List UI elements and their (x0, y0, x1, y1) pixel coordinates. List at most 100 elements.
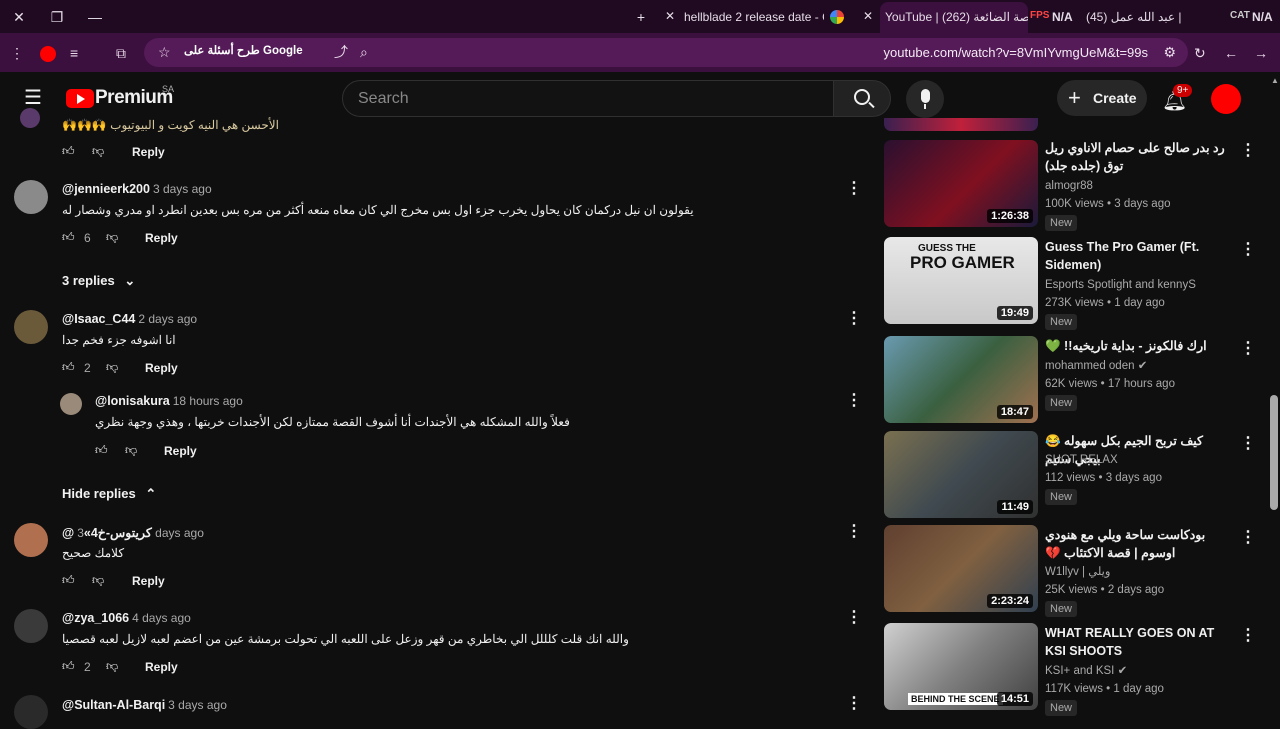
dislike-icon[interactable]: 👎︎ (125, 443, 137, 458)
hamburger-menu-icon[interactable]: ☰ (24, 88, 42, 108)
video-menu-icon[interactable]: ⋮ (1240, 338, 1256, 358)
like-icon[interactable]: 👍︎ (62, 573, 75, 588)
reply-button[interactable]: Reply (132, 145, 165, 159)
menu-dots-icon[interactable]: ⋮ (10, 45, 24, 61)
video-thumbnail-partial[interactable] (884, 118, 1038, 131)
video-thumbnail[interactable]: 11:49 (884, 431, 1038, 518)
tab-other[interactable]: عبد الله عمل (45) | (1086, 2, 1222, 33)
tab-na[interactable]: N/A (1052, 2, 1078, 33)
tab-na-2[interactable]: N/A (1252, 2, 1278, 33)
video-thumbnail[interactable]: 2:23:24 (884, 525, 1038, 612)
like-icon[interactable]: 👍︎ (62, 659, 75, 674)
extensions-icon[interactable]: ⧉ (116, 45, 126, 61)
video-channel[interactable]: KSI+ and KSI ✔︎ (1045, 662, 1127, 680)
video-title[interactable]: رد بدر صالح على حصام الاناوي ريل توق (جل… (1045, 139, 1230, 175)
zoom-icon[interactable]: ⌕ (360, 44, 368, 60)
voice-search-button[interactable] (906, 80, 944, 118)
like-icon[interactable]: 👍︎ (62, 144, 75, 159)
video-channel[interactable]: mohammed oden ✔︎ (1045, 357, 1147, 375)
avatar[interactable] (14, 609, 48, 643)
reply-button[interactable]: Reply (164, 444, 197, 458)
media-queue-icon[interactable]: ≡ (70, 45, 78, 61)
video-channel[interactable]: W1llyv | ويلي (1045, 563, 1110, 581)
create-button[interactable]: + Create (1057, 80, 1147, 116)
video-thumbnail[interactable]: BEHIND THE SCENE 14:51 (884, 623, 1038, 710)
like-icon[interactable]: 👍︎ (62, 230, 75, 245)
tab-youtube[interactable]: YouTube | الفرصة الضائعة (262) (880, 2, 1028, 33)
avatar[interactable] (14, 695, 48, 729)
dislike-icon[interactable]: 👎︎ (106, 360, 118, 375)
video-channel[interactable]: almogr88 (1045, 177, 1093, 195)
back-icon[interactable]: ← (1224, 45, 1238, 61)
dislike-icon[interactable]: 👎︎ (106, 659, 118, 674)
like-icon[interactable]: 👍︎ (95, 443, 108, 458)
comment-menu-icon[interactable]: ⋮ (846, 693, 862, 713)
video-title[interactable]: WHAT REALLY GOES ON AT KSI SHOOTS (1045, 624, 1230, 660)
avatar[interactable] (14, 180, 48, 214)
search-input[interactable]: Search (342, 80, 834, 117)
comment-author[interactable]: @Sultan-Al-Barqi 3 days ago (62, 698, 227, 712)
youtube-logo-icon[interactable] (66, 89, 94, 108)
site-settings-icon[interactable]: ⚙ (1163, 44, 1176, 60)
comment-menu-icon[interactable]: ⋮ (846, 178, 862, 198)
reply-button[interactable]: Reply (145, 231, 178, 245)
scroll-up-icon[interactable]: ▲ (1271, 76, 1279, 85)
tab-close-icon[interactable]: ✕ (863, 9, 873, 23)
restore-window-icon[interactable]: ❐ (48, 8, 66, 26)
like-icon[interactable]: 👍︎ (62, 360, 75, 375)
video-title[interactable]: ارك فالكونز - بداية تاريخيه!! 💚 (1045, 337, 1230, 355)
dislike-icon[interactable]: 👎︎ (92, 144, 104, 159)
search-button[interactable] (833, 80, 891, 117)
dislike-icon[interactable]: 👎︎ (106, 230, 118, 245)
reply-button[interactable]: Reply (145, 660, 178, 674)
comment-author[interactable]: @jennieerk200 3 days ago (62, 182, 212, 196)
video-menu-icon[interactable]: ⋮ (1240, 433, 1256, 453)
comment-author[interactable]: @Isaac_C44 2 days ago (62, 312, 197, 326)
hide-replies-button[interactable]: Hide replies ⌃ (62, 486, 156, 502)
url-text[interactable]: youtube.com/watch?v=8VmIYvmgUeM&t=99s (884, 45, 1148, 60)
new-tab-icon[interactable]: + (632, 8, 650, 26)
profile-icon[interactable] (40, 46, 56, 62)
comment-author[interactable]: @lonisakura 18 hours ago (95, 394, 243, 408)
view-replies-button[interactable]: 3 replies ⌄ (62, 273, 135, 289)
video-title[interactable]: Guess The Pro Gamer (Ft. Sidemen) (1045, 238, 1230, 274)
video-channel[interactable]: SHOT RELAX (1045, 451, 1118, 469)
comment-text: والله انك قلت كلللل الي بخاطري من قهر وز… (62, 632, 629, 646)
minimize-window-icon[interactable]: — (86, 8, 104, 26)
video-channel[interactable]: Esports Spotlight and kennyS (1045, 276, 1196, 294)
video-thumbnail[interactable]: GUESS THE PRO GAMER 19:49 (884, 237, 1038, 324)
comment-menu-icon[interactable]: ⋮ (846, 308, 862, 328)
reload-icon[interactable]: ↻ (1194, 45, 1206, 61)
video-menu-icon[interactable]: ⋮ (1240, 239, 1256, 259)
omnibox[interactable]: ☆ طرح أسئلة على Google ⤴ ⌕ youtube.com/w… (144, 38, 1188, 67)
comment-text-partial: الأحسن هي النيه كويت و البيوتيوب 🙌🙌🙌 (62, 118, 279, 132)
forward-icon[interactable]: → (1254, 45, 1268, 61)
comment-author[interactable]: @كريتوس-خ4»3 days ago (62, 525, 204, 540)
account-avatar[interactable] (1211, 84, 1241, 114)
reply-button[interactable]: Reply (132, 574, 165, 588)
bookmark-star-icon[interactable]: ☆ (158, 44, 171, 60)
avatar[interactable] (20, 108, 40, 128)
scrollbar-thumb[interactable] (1270, 395, 1278, 510)
video-duration: 2:23:24 (987, 594, 1033, 608)
reply-button[interactable]: Reply (145, 361, 178, 375)
comment-menu-icon[interactable]: ⋮ (846, 607, 862, 627)
tab-close-icon[interactable]: ✕ (665, 9, 675, 23)
video-menu-icon[interactable]: ⋮ (1240, 625, 1256, 645)
close-window-icon[interactable]: ✕ (10, 8, 28, 26)
video-thumbnail[interactable]: 1:26:38 (884, 140, 1038, 227)
video-title[interactable]: بودكاست ساحة ويلي مع هنودي اوسوم | قصة ا… (1045, 526, 1230, 562)
comment-menu-icon[interactable]: ⋮ (846, 390, 862, 410)
comment-menu-icon[interactable]: ⋮ (846, 521, 862, 541)
video-thumbnail[interactable]: 18:47 (884, 336, 1038, 423)
avatar[interactable] (14, 310, 48, 344)
avatar[interactable] (60, 393, 82, 415)
share-icon[interactable]: ⤴ (334, 44, 348, 60)
comment-author[interactable]: @zya_1066 4 days ago (62, 611, 191, 625)
dislike-icon[interactable]: 👎︎ (92, 573, 104, 588)
google-ask-chip[interactable]: طرح أسئلة على Google (184, 43, 303, 57)
video-menu-icon[interactable]: ⋮ (1240, 527, 1256, 547)
tab-hellblade[interactable]: hellblade 2 release date - Goo (684, 2, 824, 33)
video-menu-icon[interactable]: ⋮ (1240, 140, 1256, 160)
avatar[interactable] (14, 523, 48, 557)
